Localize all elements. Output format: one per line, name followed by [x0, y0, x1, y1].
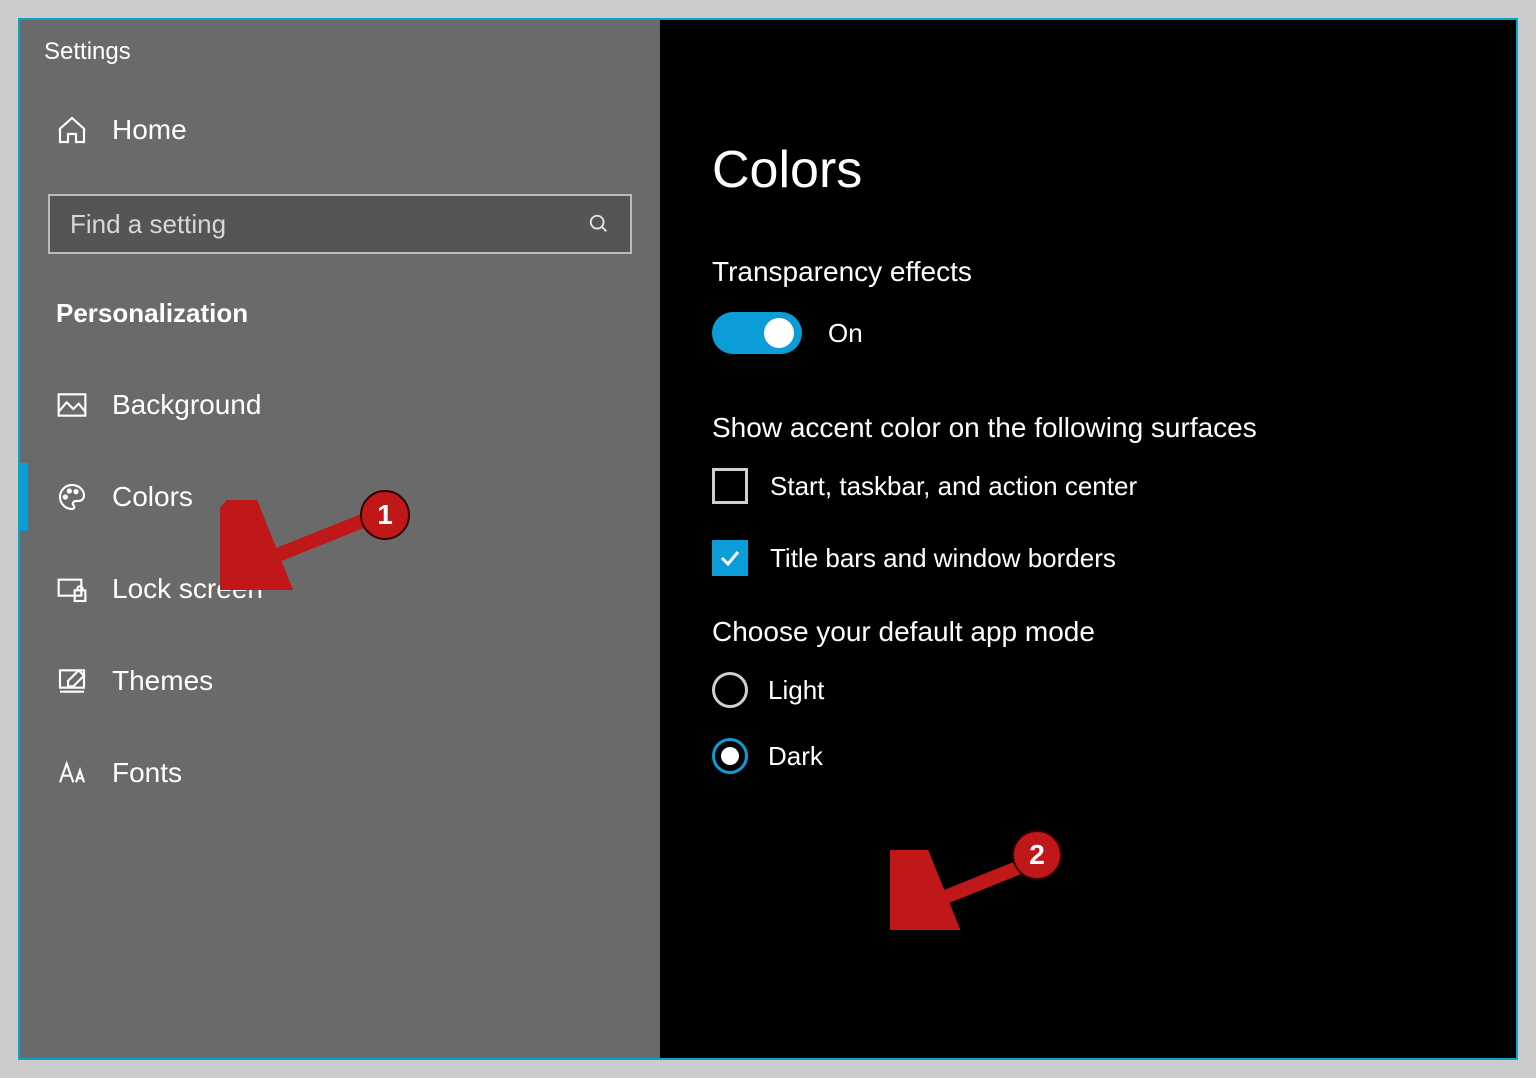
checkbox-titlebars[interactable]: Title bars and window borders [712, 540, 1474, 576]
sidebar: Settings Home Personalization [20, 20, 660, 1058]
search-icon [588, 213, 610, 235]
transparency-toggle[interactable] [712, 312, 802, 354]
sidebar-item-background[interactable]: Background [20, 359, 660, 451]
checkbox-box [712, 540, 748, 576]
section-heading: Personalization [20, 272, 660, 359]
radio-circle [712, 738, 748, 774]
nav-list: Background Colors [20, 359, 660, 819]
radio-label: Light [768, 675, 824, 706]
search-box[interactable] [48, 194, 632, 254]
transparency-heading: Transparency effects [712, 256, 1474, 288]
sidebar-item-fonts[interactable]: Fonts [20, 727, 660, 819]
main-panel: Colors Transparency effects On Show acce… [660, 20, 1516, 1058]
checkbox-start-taskbar[interactable]: Start, taskbar, and action center [712, 468, 1474, 504]
accent-surfaces-heading: Show accent color on the following surfa… [712, 412, 1474, 444]
transparency-state: On [828, 318, 863, 349]
checkbox-box [712, 468, 748, 504]
sidebar-item-label: Themes [112, 665, 213, 697]
sidebar-item-label: Fonts [112, 757, 182, 789]
checkbox-label: Start, taskbar, and action center [770, 471, 1137, 502]
sidebar-item-colors[interactable]: Colors [20, 451, 660, 543]
lockscreen-icon [56, 573, 88, 605]
home-button[interactable]: Home [20, 96, 660, 164]
app-mode-heading: Choose your default app mode [712, 616, 1474, 648]
radio-label: Dark [768, 741, 823, 772]
sidebar-item-label: Lock screen [112, 573, 263, 605]
themes-icon [56, 665, 88, 697]
sidebar-item-label: Background [112, 389, 261, 421]
palette-icon [56, 481, 88, 513]
radio-circle [712, 672, 748, 708]
home-label: Home [112, 114, 187, 146]
radio-dark[interactable]: Dark [712, 738, 1474, 774]
settings-window: Settings Home Personalization [18, 18, 1518, 1060]
toggle-knob [764, 318, 794, 348]
sidebar-item-lockscreen[interactable]: Lock screen [20, 543, 660, 635]
search-input[interactable] [70, 209, 502, 240]
picture-icon [56, 389, 88, 421]
checkbox-label: Title bars and window borders [770, 543, 1116, 574]
window-title: Settings [20, 28, 660, 96]
sidebar-item-themes[interactable]: Themes [20, 635, 660, 727]
sidebar-item-label: Colors [112, 481, 193, 513]
radio-light[interactable]: Light [712, 672, 1474, 708]
home-icon [56, 114, 88, 146]
fonts-icon [56, 757, 88, 789]
page-title: Colors [712, 20, 1474, 238]
